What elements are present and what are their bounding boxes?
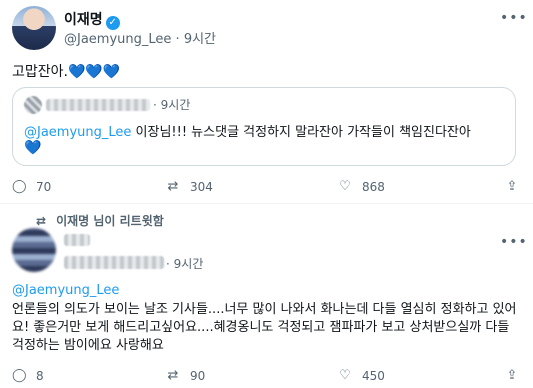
divider: [0, 203, 533, 204]
tweet-text: 언론들의 의도가 보이는 날조 기사들....너무 많이 나와서 화나는데 다들…: [12, 302, 517, 353]
quote-text: @Jaemyung_Lee 이장님!!! 뉴스댓글 걱정하지 말라잔아 가작들이…: [24, 125, 471, 140]
quote-author-name-blurred[interactable]: [46, 99, 150, 111]
mention-link[interactable]: @Jaemyung_Lee: [24, 125, 131, 140]
author-handle-blurred[interactable]: [64, 256, 164, 269]
tweet-time[interactable]: · 9시간: [166, 255, 203, 272]
more-icon[interactable]: •••: [500, 234, 528, 250]
reply-button[interactable]: ◯ 70: [12, 179, 51, 194]
author-handle[interactable]: @Jaemyung_Lee: [64, 32, 171, 47]
like-button[interactable]: ♡ 450: [338, 368, 385, 383]
share-button[interactable]: ⇪: [505, 179, 529, 194]
heart-icon: ♡: [339, 179, 351, 194]
share-icon: ⇪: [506, 179, 518, 194]
retweet-small-icon: ⇄: [36, 214, 47, 228]
quote-avatar[interactable]: [24, 96, 42, 114]
heart-icon: ♡: [339, 368, 351, 383]
reply-icon: ◯: [12, 368, 27, 383]
quote-heart: 💙: [24, 140, 42, 156]
like-button[interactable]: ♡ 868: [338, 179, 385, 194]
quote-time: · 9시간: [153, 98, 191, 112]
share-icon: ⇪: [506, 368, 518, 383]
retweet-button[interactable]: ⇄ 304: [166, 179, 213, 194]
share-button[interactable]: ⇪: [505, 368, 529, 383]
mention-link[interactable]: @Jaemyung_Lee: [12, 283, 119, 298]
author-name-blurred[interactable]: [64, 234, 90, 246]
tweet-text: 고맙잔아.💙💙💙: [12, 64, 121, 80]
author-display-name[interactable]: 이재명 ✓: [64, 9, 120, 30]
avatar[interactable]: [12, 228, 56, 272]
avatar[interactable]: [12, 6, 56, 50]
more-icon[interactable]: •••: [500, 10, 528, 26]
tweet-time[interactable]: 9시간: [184, 32, 216, 47]
reply-button[interactable]: ◯ 8: [12, 368, 44, 383]
author-handle-time: @Jaemyung_Lee · 9시간: [64, 32, 217, 47]
retweet-context[interactable]: ⇄ 이재명 님이 리트윗함: [36, 212, 164, 229]
retweet-icon: ⇄: [167, 368, 179, 383]
retweet-button[interactable]: ⇄ 90: [166, 368, 206, 383]
retweet-icon: ⇄: [167, 179, 179, 194]
reply-icon: ◯: [12, 179, 27, 194]
